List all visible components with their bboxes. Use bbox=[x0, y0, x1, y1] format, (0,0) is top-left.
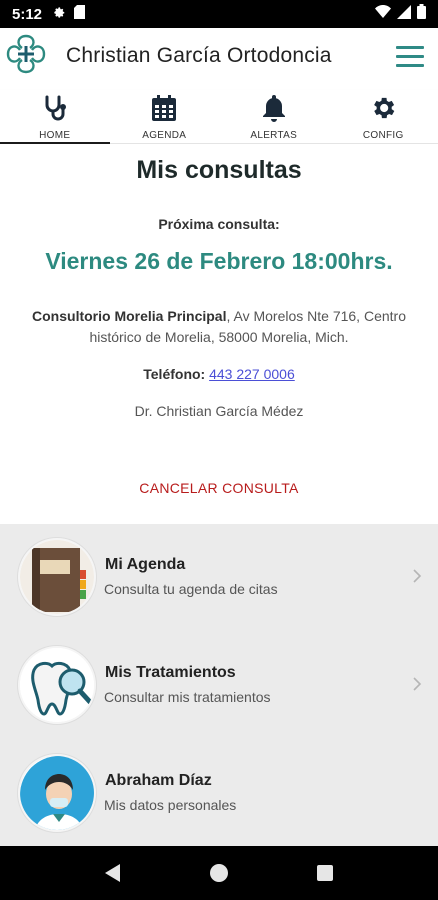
tab-home[interactable]: HOME bbox=[0, 90, 110, 144]
hamburger-menu-button[interactable] bbox=[396, 46, 424, 68]
list-item-title: Abraham Díaz bbox=[105, 772, 212, 789]
settings-status-icon bbox=[52, 5, 66, 24]
tab-bar: HOME AGENDA ALERTAS CONFIG bbox=[0, 90, 438, 144]
chevron-right-icon bbox=[413, 569, 422, 583]
wifi-icon bbox=[375, 5, 391, 23]
doctor-name: Dr. Christian García Médez bbox=[134, 403, 304, 419]
page-title: Mis consultas bbox=[136, 156, 302, 184]
phone-line: Teléfono: 443 227 0006 bbox=[0, 366, 438, 382]
tab-config[interactable]: CONFIG bbox=[329, 90, 438, 143]
menu-list: Mi Agenda Consulta tu agenda de citas Mi… bbox=[0, 524, 438, 846]
list-item-subtitle: Consultar mis tratamientos bbox=[104, 689, 271, 705]
home-circle-icon bbox=[210, 864, 228, 882]
list-item-agenda[interactable]: Mi Agenda Consulta tu agenda de citas bbox=[0, 524, 438, 632]
next-appointment-label: Próxima consulta: bbox=[158, 216, 280, 232]
recents-button[interactable] bbox=[313, 861, 337, 885]
back-triangle-icon bbox=[105, 864, 120, 882]
gear-icon bbox=[369, 94, 397, 127]
app-bar: Christian García Ortodoncia bbox=[0, 28, 438, 90]
tab-config-label: CONFIG bbox=[362, 130, 404, 141]
next-appointment-date: Viernes 26 de Febrero 18:00hrs. bbox=[45, 248, 393, 274]
list-item-tratamientos[interactable]: Mis Tratamientos Consultar mis tratamien… bbox=[0, 632, 438, 740]
sd-card-icon bbox=[74, 4, 86, 24]
chevron-right-icon bbox=[413, 677, 422, 691]
tab-alertas-label: ALERTAS bbox=[250, 130, 298, 141]
menu-line bbox=[396, 46, 424, 49]
bell-icon bbox=[261, 94, 287, 127]
back-button[interactable] bbox=[101, 861, 125, 885]
tab-agenda-label: AGENDA bbox=[142, 130, 187, 141]
tooth-magnifier-icon bbox=[18, 646, 96, 724]
phone-link[interactable]: 443 227 0006 bbox=[209, 366, 295, 382]
appointment-card: Mis consultas Próxima consulta: Viernes … bbox=[0, 144, 438, 524]
system-nav-bar bbox=[0, 846, 438, 900]
menu-line bbox=[396, 64, 424, 67]
status-time: 5:12 bbox=[12, 5, 43, 23]
tab-agenda[interactable]: AGENDA bbox=[110, 90, 220, 143]
status-bar: 5:12 bbox=[0, 0, 438, 28]
clinic-address: Consultorio Morelia Principal, Av Morelo… bbox=[20, 306, 418, 348]
calendar-icon bbox=[151, 94, 177, 127]
battery-icon bbox=[417, 4, 426, 24]
clinic-logo-icon bbox=[4, 32, 48, 76]
doctor-avatar-icon bbox=[18, 754, 96, 832]
list-item-title: Mis Tratamientos bbox=[105, 664, 236, 681]
list-item-profile[interactable]: Abraham Díaz Mis datos personales bbox=[0, 740, 438, 848]
list-item-subtitle: Mis datos personales bbox=[104, 797, 237, 813]
agenda-book-icon bbox=[18, 538, 96, 616]
stethoscope-icon bbox=[41, 94, 69, 127]
tab-alertas[interactable]: ALERTAS bbox=[219, 90, 329, 143]
recents-square-icon bbox=[317, 865, 333, 881]
signal-icon bbox=[397, 4, 411, 24]
list-item-subtitle: Consulta tu agenda de citas bbox=[104, 581, 278, 597]
tab-home-label: HOME bbox=[39, 130, 71, 141]
clinic-name: Consultorio Morelia Principal bbox=[32, 308, 227, 324]
menu-line bbox=[396, 55, 424, 58]
home-button[interactable] bbox=[207, 861, 231, 885]
phone-label: Teléfono: bbox=[143, 366, 206, 382]
list-item-title: Mi Agenda bbox=[105, 556, 186, 573]
cancel-appointment-button[interactable]: CANCELAR CONSULTA bbox=[0, 480, 438, 496]
app-title: Christian García Ortodoncia bbox=[66, 44, 332, 67]
